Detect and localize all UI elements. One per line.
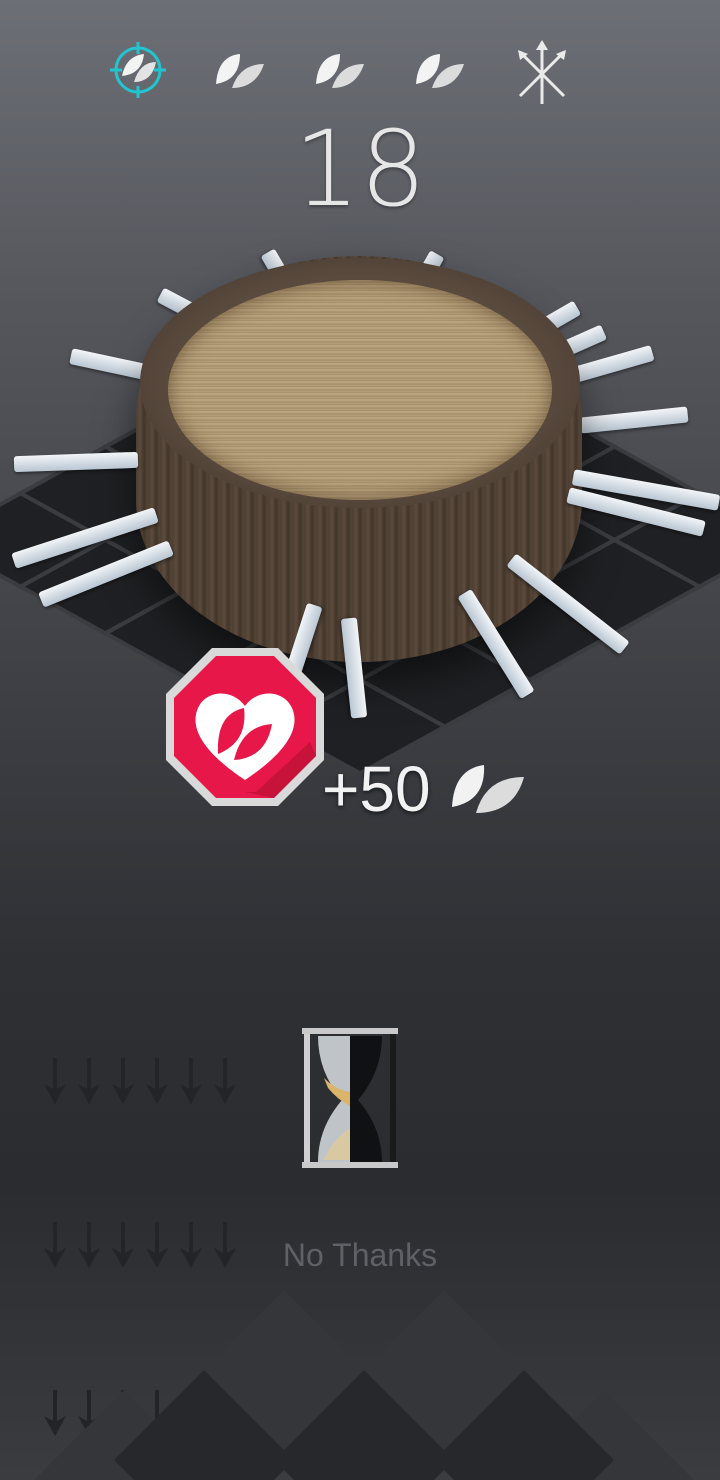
leaf-icon: [448, 755, 528, 834]
arrow-icon: [112, 1058, 134, 1104]
arrow-icon: [44, 1058, 66, 1104]
no-thanks-button[interactable]: No Thanks: [0, 1236, 720, 1275]
bonus-text: +50: [322, 753, 431, 825]
heart-leaf-badge-icon[interactable]: [160, 642, 330, 812]
arrow-icon: [78, 1058, 100, 1104]
arrow-icon: [146, 1058, 168, 1104]
remaining-knives-row: [44, 1058, 244, 1104]
arrow-icon: [180, 1058, 202, 1104]
stage-1-current-icon: [108, 40, 168, 100]
hourglass-icon: [302, 1028, 398, 1168]
score: 18: [293, 108, 427, 230]
bottom-tile-decoration: [34, 1290, 694, 1480]
log-top: [168, 280, 552, 500]
stage-2-leaf-icon: [210, 40, 270, 100]
stage-4-leaf-icon: [410, 40, 470, 100]
bonus-reward: +50: [322, 752, 528, 834]
stage-5-boss-crossed-arrows-icon: [512, 38, 572, 108]
arrow-icon: [214, 1058, 236, 1104]
stage-3-leaf-icon: [310, 40, 370, 100]
